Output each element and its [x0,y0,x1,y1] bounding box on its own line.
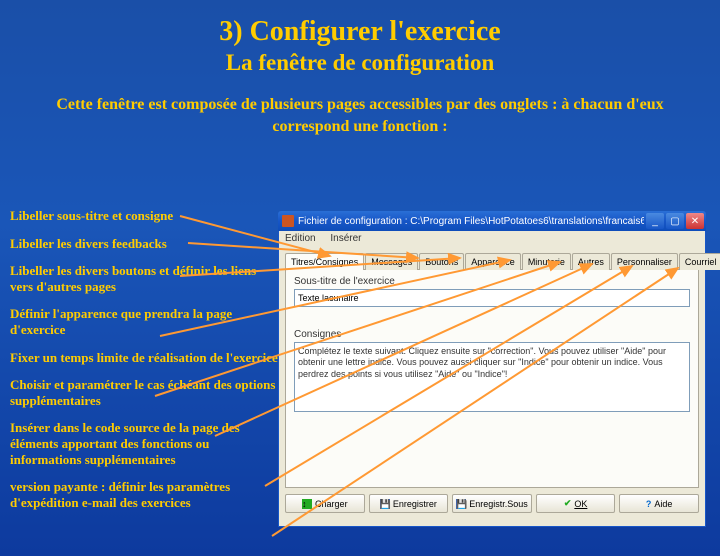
window-titlebar: Fichier de configuration : C:\Program Fi… [278,211,706,231]
tab-messages[interactable]: Messages [365,253,418,270]
tab-panel: Sous-titre de l'exercice Consignes Compl… [285,270,699,488]
app-icon [282,215,294,227]
enregistrer-sous-button[interactable]: 💾Enregistr.Sous [452,494,532,513]
slide-subtitle: La fenêtre de configuration [0,50,720,76]
bullet-item: Libeller les divers boutons et définir l… [10,263,280,294]
swap-icon: ↕ [302,499,312,509]
help-icon: ? [646,499,652,509]
tab-titres[interactable]: Titres/Consignes [285,253,364,270]
tab-courriel[interactable]: Courriel [679,253,720,270]
bullet-item: Définir l'apparence que prendra la page … [10,306,280,337]
tab-minuterie[interactable]: Minuterie [522,253,571,270]
instructions-textarea[interactable]: Complétez le texte suivant. Cliquez ensu… [294,342,690,412]
minimize-button[interactable]: _ [646,213,664,229]
subtitle-input[interactable] [294,289,690,307]
bullet-item: version payante : définir les paramètres… [10,479,280,510]
slide-intro: Cette fenêtre est composée de plusieurs … [36,94,684,137]
close-button[interactable]: ✕ [686,213,704,229]
bullet-list: Libeller sous-titre et consigne Libeller… [10,208,280,522]
menu-bar: Edition Insérer [279,231,705,246]
window-body: Edition Insérer Titres/Consignes Message… [278,231,706,527]
tab-personnaliser[interactable]: Personnaliser [611,253,678,270]
bullet-item: Insérer dans le code source de la page d… [10,420,280,467]
subtitle-label: Sous-titre de l'exercice [294,276,690,287]
aide-button[interactable]: ?Aide [619,494,699,513]
maximize-button[interactable]: ▢ [666,213,684,229]
check-icon: ✔ [564,498,572,509]
button-bar: ↕Charger 💾Enregistrer 💾Enregistr.Sous ✔O… [285,494,699,513]
tab-strip: Titres/Consignes Messages Boutons Appare… [285,252,699,270]
slide-title: 3) Configurer l'exercice [0,16,720,48]
tab-autres[interactable]: Autres [572,253,610,270]
menu-inserer[interactable]: Insérer [330,233,361,244]
menu-edition[interactable]: Edition [285,233,316,244]
config-window: Fichier de configuration : C:\Program Fi… [278,211,706,527]
enregistrer-button[interactable]: 💾Enregistrer [369,494,449,513]
window-title: Fichier de configuration : C:\Program Fi… [298,216,644,227]
save-icon: 💾 [380,499,390,509]
instructions-label: Consignes [294,329,690,340]
ok-button[interactable]: ✔OK [536,494,616,513]
bullet-item: Fixer un temps limite de réalisation de … [10,350,280,366]
tab-apparence[interactable]: Apparence [465,253,521,270]
charger-button[interactable]: ↕Charger [285,494,365,513]
bullet-item: Libeller les divers feedbacks [10,236,280,252]
bullet-item: Choisir et paramétrer le cas échéant des… [10,377,280,408]
tab-boutons[interactable]: Boutons [419,253,464,270]
save-as-icon: 💾 [456,499,466,509]
bullet-item: Libeller sous-titre et consigne [10,208,280,224]
